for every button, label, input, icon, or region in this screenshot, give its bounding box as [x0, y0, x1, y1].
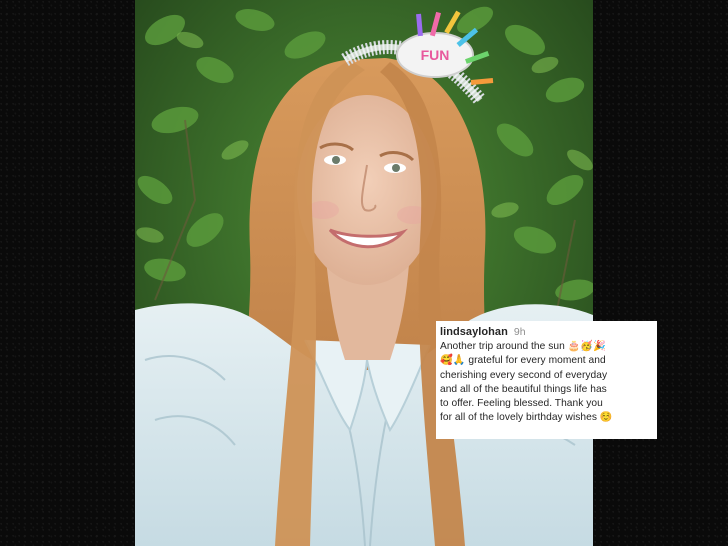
caption-header: lindsaylohan 9h: [440, 325, 653, 339]
caption-line: Another trip around the sun 🎂🥳🎉: [440, 341, 606, 353]
instagram-caption-card: lindsaylohan 9h Another trip around the …: [436, 321, 657, 439]
caption-line: cherishing every second of everyday: [440, 369, 608, 381]
caption-line: to offer. Feeling blessed. Thank you: [440, 398, 603, 410]
caption-line: 🥰🙏 grateful for every moment and: [440, 355, 606, 367]
caption-line: and all of the beautiful things life has: [440, 383, 607, 395]
selfie-photo: FUN: [135, 0, 593, 546]
caption-text: Another trip around the sun 🎂🥳🎉 🥰🙏 grate…: [440, 340, 653, 425]
caption-line: for all of the lovely birthday wishes ☺️: [440, 412, 613, 424]
timestamp: 9h: [513, 326, 526, 338]
username[interactable]: lindsaylohan: [440, 325, 508, 339]
headband-text: FUN: [421, 47, 450, 63]
